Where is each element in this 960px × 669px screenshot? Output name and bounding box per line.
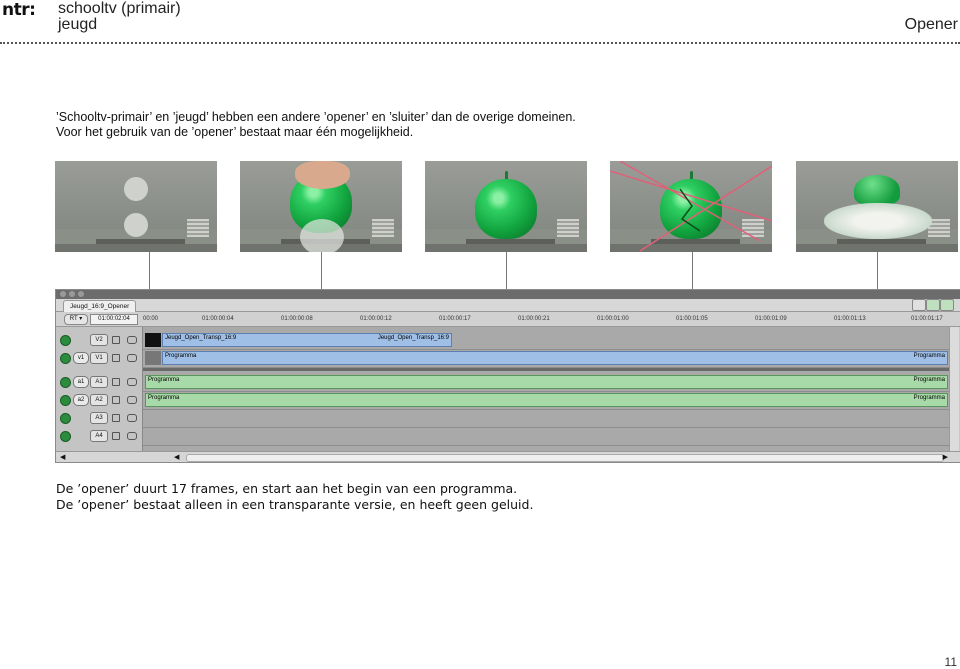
ruler-tick: 01:00:00:21 (518, 316, 550, 322)
clip-programma-a1[interactable]: Programma Programma (145, 375, 948, 389)
audio-toggle[interactable] (60, 431, 71, 442)
horizontal-scrollbar[interactable] (186, 454, 944, 462)
scroll-right-icon[interactable]: ▶ (943, 453, 948, 461)
lock-icon[interactable] (112, 432, 120, 440)
ruler-tick: 01:00:01:17 (911, 316, 943, 322)
clip-thumbnail (145, 333, 161, 347)
video-audio-separator (143, 368, 949, 371)
track-destination[interactable]: A3 (90, 412, 108, 424)
track-source[interactable]: a2 (73, 394, 89, 406)
track-destination[interactable]: A1 (90, 376, 108, 388)
outro-line-1: De ’opener’ duurt 17 frames, en start aa… (56, 481, 518, 496)
rt-menu-button[interactable]: RT ▾ (64, 314, 88, 325)
clip-end-label: Jeugd_Open_Transp_16:9 (377, 335, 449, 341)
ruler-tick: 01:00:01:09 (755, 316, 787, 322)
linking-button[interactable] (926, 299, 940, 311)
frame-3 (425, 161, 587, 252)
frame-4 (610, 161, 772, 252)
intro-text: ’Schooltv-primair’ en ’jeugd’ hebben een… (56, 110, 576, 140)
ntr-logo: ntr: (2, 0, 36, 20)
clip-opener[interactable]: Jeugd_Open_Transp_16:9 Jeugd_Open_Transp… (162, 333, 452, 347)
outro-text: De ’opener’ duurt 17 frames, en start aa… (56, 481, 533, 513)
track-a1: Programma Programma (143, 373, 949, 392)
frame-2 (240, 161, 402, 252)
ruler-tick: 01:00:01:13 (834, 316, 866, 322)
clip-programma-a2[interactable]: Programma Programma (145, 393, 948, 407)
visibility-toggle[interactable] (60, 353, 71, 364)
clip-thumbnail (145, 351, 161, 365)
intro-line-2: Voor het gebruik van de ’opener’ bestaat… (56, 125, 414, 139)
audio-toggle[interactable] (60, 413, 71, 424)
section-title: Opener (904, 16, 958, 33)
outro-line-2: De ’opener’ bestaat alleen in een transp… (56, 497, 534, 512)
lock-icon[interactable] (112, 396, 120, 404)
frame-1 (55, 161, 217, 252)
header-divider (0, 42, 960, 44)
track-destination[interactable]: A4 (90, 430, 108, 442)
timeline-window: Jeugd_16:9_Opener RT ▾ 01:00:02:04 00:00… (55, 289, 960, 463)
auto-select-icon[interactable] (127, 378, 137, 386)
track-destination[interactable]: V2 (90, 334, 108, 346)
track-header-a2: a2 A2 (56, 391, 142, 409)
auto-select-icon[interactable] (127, 432, 137, 440)
marker-button[interactable] (940, 299, 954, 311)
auto-select-icon[interactable] (127, 336, 137, 344)
track-v1: Programma Programma (143, 349, 949, 368)
snap-button[interactable] (912, 299, 926, 311)
ruler-tick: 01:00:00:04 (202, 316, 234, 322)
clip-programma-video[interactable]: Programma Programma (162, 351, 948, 365)
tracks-area[interactable]: Jeugd_Open_Transp_16:9 Jeugd_Open_Transp… (143, 327, 949, 452)
timecode-field[interactable]: 01:00:02:04 (90, 314, 138, 325)
frame-5 (796, 161, 958, 252)
auto-select-icon[interactable] (127, 414, 137, 422)
track-destination[interactable]: A2 (90, 394, 108, 406)
track-header-a4: A4 (56, 427, 142, 445)
brand-line-2: jeugd (58, 16, 98, 33)
auto-select-icon[interactable] (127, 396, 137, 404)
track-header-a3: A3 (56, 409, 142, 427)
lock-icon[interactable] (112, 378, 120, 386)
track-a2: Programma Programma (143, 391, 949, 410)
lock-icon[interactable] (112, 354, 120, 362)
window-title-bar (56, 290, 960, 299)
track-destination[interactable]: V1 (90, 352, 108, 364)
tab-sequence[interactable]: Jeugd_16:9_Opener (63, 300, 137, 312)
track-header-a1: a1 A1 (56, 373, 142, 391)
auto-select-icon[interactable] (127, 354, 137, 362)
ruler-tick: 01:00:01:05 (676, 316, 708, 322)
track-header-v1: v1 V1 (56, 349, 142, 367)
track-source[interactable]: v1 (73, 352, 89, 364)
ruler-tick: 01:00:00:17 (439, 316, 471, 322)
tab-bar: Jeugd_16:9_Opener (56, 299, 960, 312)
lock-icon[interactable] (112, 414, 120, 422)
audio-toggle[interactable] (60, 377, 71, 388)
ruler-tick: 01:00:01:00 (597, 316, 629, 322)
time-ruler[interactable]: RT ▾ 01:00:02:04 00:00 01:00:00:04 01:00… (56, 312, 960, 327)
speaker-icon[interactable]: ◀ (60, 453, 65, 461)
ruler-tick: 01:00:00:12 (360, 316, 392, 322)
track-a4 (143, 427, 949, 446)
page-number: 11 (944, 655, 957, 669)
track-v2: Jeugd_Open_Transp_16:9 Jeugd_Open_Transp… (143, 331, 949, 350)
scroll-left-icon[interactable]: ◀ (174, 453, 179, 461)
visibility-toggle[interactable] (60, 335, 71, 346)
audio-toggle[interactable] (60, 395, 71, 406)
ruler-tick: 01:00:00:08 (281, 316, 313, 322)
ruler-tick: 00:00 (143, 316, 159, 322)
track-a3 (143, 409, 949, 428)
track-headers: V2 v1 V1 a1 A1 a2 A2 A3 A4 (56, 327, 143, 452)
track-header-v2: V2 (56, 331, 142, 349)
vertical-scrollbar[interactable] (949, 327, 959, 452)
lock-icon[interactable] (112, 336, 120, 344)
timeline-bottom-bar[interactable]: ◀ ◀ ▶ (56, 451, 960, 462)
track-source[interactable]: a1 (73, 376, 89, 388)
intro-line-1: ’Schooltv-primair’ en ’jeugd’ hebben een… (56, 110, 576, 124)
